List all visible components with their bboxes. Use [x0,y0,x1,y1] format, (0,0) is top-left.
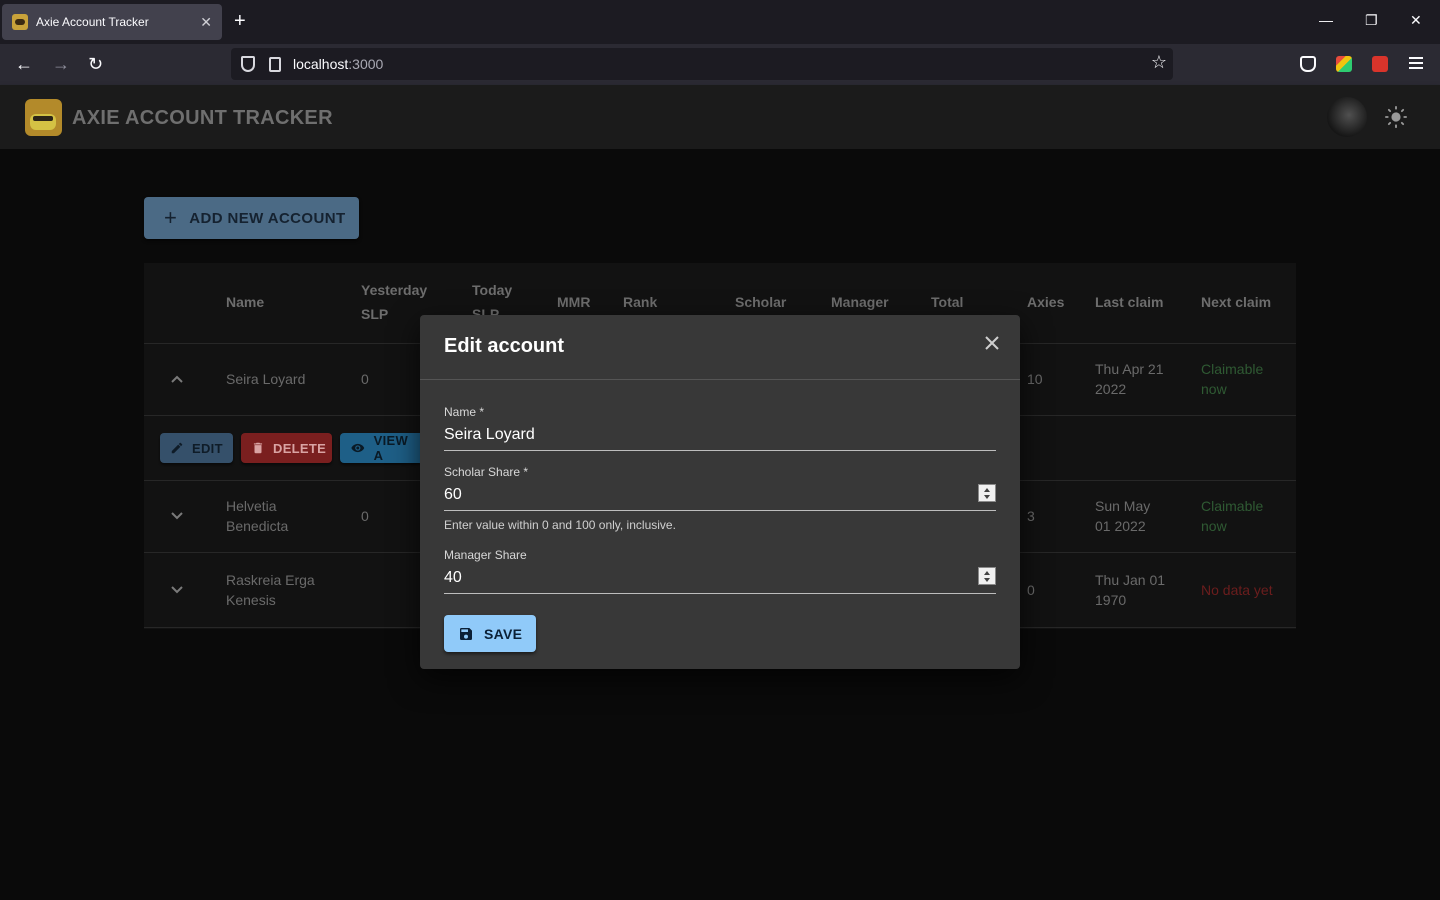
edit-account-dialog: Edit account Name * Seira Loyard Scholar… [420,315,1020,669]
manager-share-field[interactable]: 40 [444,567,996,594]
save-button[interactable]: SAVE [444,615,536,652]
name-field-label: Name * [444,405,485,419]
dialog-divider [420,379,1020,380]
manager-share-label: Manager Share [444,548,527,562]
number-spinner-icon[interactable] [978,484,996,502]
dialog-title: Edit account [444,335,565,357]
name-field-value: Seira Loyard [444,426,535,443]
save-label: SAVE [484,625,523,642]
scholar-share-value: 60 [444,486,462,503]
save-icon [460,627,472,640]
scholar-share-helper: Enter value within 0 and 100 only, inclu… [444,518,676,532]
manager-share-value: 40 [444,569,462,586]
name-field[interactable]: Seira Loyard [444,426,996,451]
scholar-share-field[interactable]: 60 [444,484,996,511]
modal-overlay: Edit account Name * Seira Loyard Scholar… [0,0,1440,900]
scholar-share-label: Scholar Share * [444,465,529,479]
number-spinner-icon[interactable] [978,567,996,585]
close-icon[interactable] [982,333,1002,353]
